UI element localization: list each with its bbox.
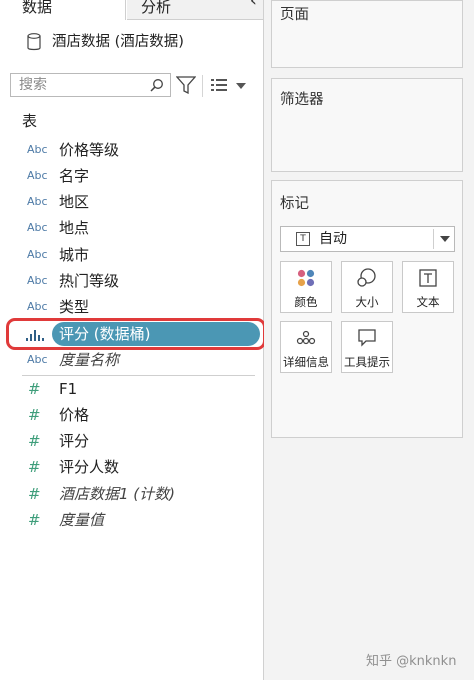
field-label: 热门等级 bbox=[59, 272, 120, 290]
field-item[interactable]: Abc 名字 bbox=[0, 163, 263, 189]
field-item[interactable]: Abc 地区 bbox=[0, 189, 263, 215]
number-type-icon: # bbox=[28, 458, 41, 476]
field-label: 度量名称 bbox=[59, 351, 120, 369]
field-item[interactable]: # 价格 bbox=[0, 402, 263, 428]
field-item[interactable]: Abc 价格等级 bbox=[0, 137, 263, 163]
tab-analysis[interactable]: 分析 ‹ bbox=[127, 0, 263, 20]
field-label: 类型 bbox=[59, 298, 90, 316]
text-button-label: 文本 bbox=[416, 295, 440, 309]
string-type-icon: Abc bbox=[27, 248, 48, 261]
color-button[interactable]: 颜色 bbox=[280, 261, 332, 313]
field-item[interactable]: # 评分人数 bbox=[0, 454, 263, 480]
number-type-icon: # bbox=[28, 511, 41, 529]
section-title: 表 bbox=[22, 112, 38, 130]
field-item[interactable]: Abc 地点 bbox=[0, 215, 263, 241]
search-placeholder: 搜索 bbox=[19, 77, 47, 93]
field-item[interactable]: # F1 bbox=[0, 376, 263, 402]
field-item[interactable]: # 评分 bbox=[0, 428, 263, 454]
field-item[interactable]: Abc 度量名称 bbox=[0, 347, 263, 373]
tooltip-bubble-icon bbox=[358, 329, 376, 347]
highlight-annotation bbox=[6, 318, 266, 350]
data-pane: 数据 分析 ‹ 酒店数据 (酒店数据) 搜索 表 Abc 价格等级 Abc 名字… bbox=[0, 0, 266, 680]
filters-card[interactable]: 筛选器 bbox=[271, 78, 463, 172]
field-item[interactable]: Abc 类型 bbox=[0, 294, 263, 320]
detail-button[interactable]: 详细信息 bbox=[280, 321, 332, 373]
field-label: 评分 bbox=[59, 432, 90, 450]
text-button[interactable]: 文本 bbox=[402, 261, 454, 313]
view-list-icon[interactable] bbox=[211, 79, 227, 91]
detail-button-label: 详细信息 bbox=[283, 355, 329, 369]
chevron-down-icon bbox=[440, 236, 450, 242]
tooltip-button[interactable]: 工具提示 bbox=[341, 321, 393, 373]
pane-tabs: 数据 分析 ‹ bbox=[0, 0, 263, 20]
collapse-icon[interactable]: ‹ bbox=[250, 0, 257, 12]
color-button-label: 颜色 bbox=[294, 295, 318, 309]
database-icon bbox=[27, 33, 41, 51]
search-icon[interactable] bbox=[150, 78, 164, 92]
search-input[interactable]: 搜索 bbox=[10, 73, 171, 97]
string-type-icon: Abc bbox=[27, 353, 48, 366]
size-circles-icon bbox=[357, 268, 376, 287]
toolbar-divider bbox=[202, 75, 203, 97]
field-label: 酒店数据1 (计数) bbox=[59, 485, 176, 503]
field-label: 评分人数 bbox=[59, 458, 120, 476]
mark-type-select[interactable]: T 自动 bbox=[280, 226, 455, 252]
chevron-down-icon[interactable] bbox=[236, 83, 246, 89]
tab-data[interactable]: 数据 bbox=[0, 0, 126, 20]
field-label: 地区 bbox=[59, 193, 90, 211]
field-label: F1 bbox=[59, 380, 78, 398]
string-type-icon: Abc bbox=[27, 169, 48, 182]
tab-analysis-label: 分析 bbox=[141, 0, 172, 16]
string-type-icon: Abc bbox=[27, 143, 48, 156]
string-type-icon: Abc bbox=[27, 274, 48, 287]
size-button-label: 大小 bbox=[355, 295, 379, 309]
pages-card-title: 页面 bbox=[280, 7, 309, 23]
field-label: 地点 bbox=[59, 219, 90, 237]
marks-card-title: 标记 bbox=[280, 196, 309, 212]
field-label: 度量值 bbox=[59, 511, 105, 529]
marks-card: 标记 T 自动 颜色 大小 文本 详细信息 工具提示 bbox=[271, 180, 463, 438]
detail-dots-icon bbox=[296, 330, 316, 345]
number-type-icon: # bbox=[28, 432, 41, 450]
mark-type-value: 自动 bbox=[319, 231, 347, 247]
field-label: 城市 bbox=[59, 246, 90, 264]
filters-card-title: 筛选器 bbox=[280, 92, 324, 108]
string-type-icon: Abc bbox=[27, 221, 48, 234]
size-button[interactable]: 大小 bbox=[341, 261, 393, 313]
string-type-icon: Abc bbox=[27, 300, 48, 313]
text-box-icon bbox=[419, 269, 437, 287]
field-label: 价格等级 bbox=[59, 141, 120, 159]
field-item[interactable]: # 度量值 bbox=[0, 507, 263, 533]
pages-card[interactable]: 页面 bbox=[271, 0, 463, 68]
color-dots-icon bbox=[297, 269, 315, 287]
field-item[interactable]: Abc 城市 bbox=[0, 242, 263, 268]
number-type-icon: # bbox=[28, 485, 41, 503]
string-type-icon: Abc bbox=[27, 195, 48, 208]
field-label: 价格 bbox=[59, 406, 90, 424]
field-item[interactable]: # 酒店数据1 (计数) bbox=[0, 481, 263, 507]
select-divider bbox=[433, 229, 434, 249]
field-label: 名字 bbox=[59, 167, 90, 185]
number-type-icon: # bbox=[28, 380, 41, 398]
watermark: 知乎 @knknkn bbox=[366, 654, 457, 669]
datasource-label: 酒店数据 (酒店数据) bbox=[52, 34, 184, 50]
field-item[interactable]: Abc 热门等级 bbox=[0, 268, 263, 294]
tooltip-button-label: 工具提示 bbox=[344, 355, 390, 369]
filter-icon[interactable] bbox=[176, 76, 196, 94]
number-type-icon: # bbox=[28, 406, 41, 424]
text-mark-icon: T bbox=[296, 232, 310, 246]
